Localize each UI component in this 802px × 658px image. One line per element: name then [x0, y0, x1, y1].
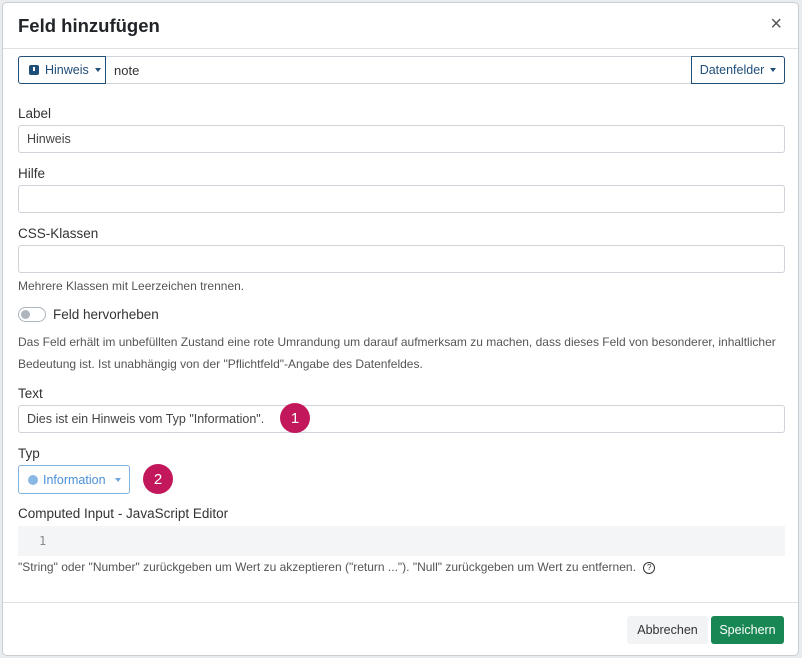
typ-dropdown[interactable]: Information	[18, 465, 130, 494]
label-field-label: Label	[18, 106, 52, 121]
field-type-row: Hinweis note Datenfelder	[18, 56, 785, 84]
highlight-description: Das Feld erhält im unbefüllten Zustand e…	[18, 335, 776, 371]
dialog-footer: Abbrechen Speichern	[3, 602, 798, 655]
chevron-down-icon	[94, 68, 101, 72]
toggle-knob	[21, 310, 30, 319]
help-circle-icon[interactable]: ?	[643, 561, 656, 574]
computed-help-text: "String" oder "Number" zurückgeben um We…	[18, 560, 636, 574]
info-dot-icon	[28, 474, 38, 485]
dialog-title: Feld hinzufügen	[18, 15, 160, 36]
field-name-input[interactable]: note	[106, 56, 692, 84]
typ-value: Information	[43, 472, 106, 487]
typ-field-label: Typ	[18, 446, 40, 461]
chevron-down-icon	[770, 68, 777, 72]
text-input[interactable]: Dies ist ein Hinweis vom Typ "Informatio…	[18, 405, 785, 433]
chevron-down-icon	[114, 477, 121, 482]
css-help-text: Mehrere Klassen mit Leerzeichen trennen.	[18, 279, 245, 293]
computed-input-label: Computed Input - JavaScript Editor	[18, 506, 229, 521]
css-field-label: CSS-Klassen	[18, 226, 99, 241]
hilfe-field-label: Hilfe	[18, 166, 46, 181]
computed-input-help: "String" oder "Number" zurückgeben um We…	[18, 560, 656, 574]
field-type-label: Hinweis	[45, 63, 89, 77]
step-badge-1: 1	[280, 403, 310, 433]
highlight-toggle-label: Feld hervorheben	[53, 307, 159, 322]
label-input[interactable]: Hinweis	[18, 125, 785, 153]
datenfelder-dropdown[interactable]: Datenfelder	[691, 56, 785, 84]
highlight-toggle[interactable]	[18, 307, 46, 322]
datenfelder-label: Datenfelder	[699, 63, 765, 77]
editor-line-number: 1	[39, 534, 47, 548]
step-badge-2: 2	[143, 464, 173, 494]
hilfe-input[interactable]	[18, 185, 785, 213]
css-classes-input[interactable]	[18, 245, 785, 273]
javascript-editor[interactable]: 1	[18, 526, 785, 556]
info-square-icon	[29, 65, 39, 75]
cancel-button[interactable]: Abbrechen	[627, 616, 708, 644]
close-icon[interactable]: ×	[770, 14, 782, 34]
dialog-header: Feld hinzufügen ×	[3, 3, 798, 49]
text-field-label: Text	[18, 386, 43, 401]
save-button[interactable]: Speichern	[711, 616, 784, 644]
field-type-dropdown[interactable]: Hinweis	[18, 56, 106, 84]
add-field-dialog: Feld hinzufügen × Hinweis note Datenfeld…	[2, 2, 799, 656]
